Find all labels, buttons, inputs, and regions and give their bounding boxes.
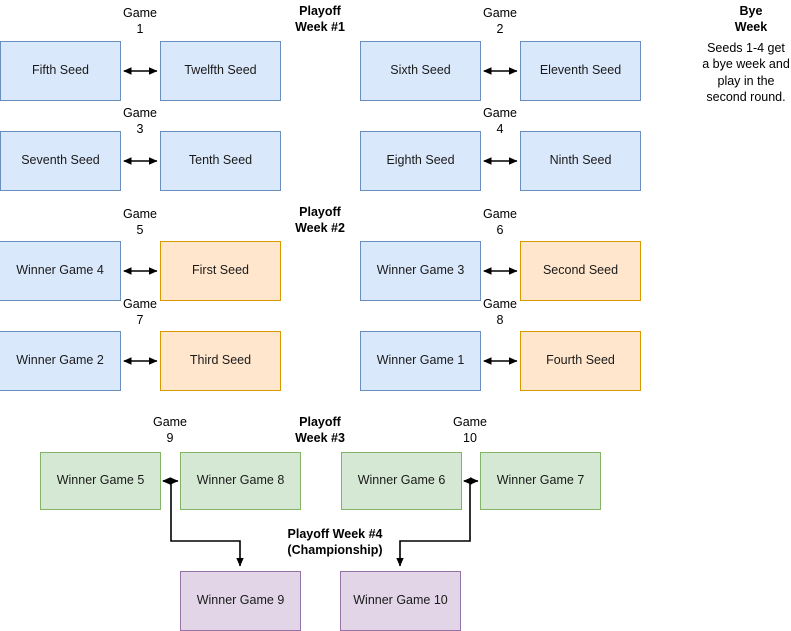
winner-box-label: Winner Game 3	[376, 263, 465, 278]
round-header-week3: Playoff Week #3	[295, 415, 345, 445]
winner-box-label: Winner Game 7	[496, 473, 585, 488]
game-label-1: Game 1	[122, 6, 158, 36]
seed-box-label: Tenth Seed	[188, 153, 253, 168]
game-label-2: Game 2	[482, 6, 518, 36]
game-label-5: Game 5	[122, 207, 158, 237]
winner-box-game2[interactable]: Winner Game 2	[0, 331, 121, 391]
seed-box-label: Twelfth Seed	[184, 63, 257, 78]
winner-box-game7[interactable]: Winner Game 7	[480, 452, 601, 510]
round-header-week4: Playoff Week #4 (Championship)	[287, 527, 383, 557]
seed-box-label: Third Seed	[189, 353, 252, 368]
seed-box-label: Fifth Seed	[32, 63, 89, 78]
winner-box-game1[interactable]: Winner Game 1	[360, 331, 481, 391]
winner-box-label: Winner Game 4	[16, 263, 104, 278]
finalist-box-winner-game10[interactable]: Winner Game 10	[340, 571, 461, 631]
winner-box-game6[interactable]: Winner Game 6	[341, 452, 462, 510]
seed-box-seventh[interactable]: Seventh Seed	[0, 131, 121, 191]
bracket-diagram: Playoff Week #1 Bye Week Seeds 1-4 get a…	[0, 0, 791, 631]
seed-box-second[interactable]: Second Seed	[520, 241, 641, 301]
finalist-box-label: Winner Game 10	[353, 593, 448, 608]
seed-box-label: Ninth Seed	[549, 153, 612, 168]
finalist-box-label: Winner Game 9	[196, 593, 285, 608]
finalist-box-winner-game9[interactable]: Winner Game 9	[180, 571, 301, 631]
winner-box-label: Winner Game 1	[376, 353, 465, 368]
seed-box-label: Seventh Seed	[21, 153, 100, 168]
winner-box-game5[interactable]: Winner Game 5	[40, 452, 161, 510]
winner-box-game3[interactable]: Winner Game 3	[360, 241, 481, 301]
game-label-9: Game 9	[152, 415, 188, 445]
seed-box-fourth[interactable]: Fourth Seed	[520, 331, 641, 391]
seed-box-label: Fourth Seed	[546, 353, 615, 368]
winner-box-label: Winner Game 8	[196, 473, 285, 488]
round-header-bye-week: Bye Week	[734, 4, 768, 34]
seed-box-eleventh[interactable]: Eleventh Seed	[520, 41, 641, 101]
seed-box-third[interactable]: Third Seed	[160, 331, 281, 391]
seed-box-ninth[interactable]: Ninth Seed	[520, 131, 641, 191]
seed-box-label: Second Seed	[542, 263, 619, 278]
game-label-10: Game 10	[452, 415, 488, 445]
seed-box-label: Eleventh Seed	[539, 63, 622, 78]
seed-box-label: Sixth Seed	[390, 63, 451, 78]
round-header-week1: Playoff Week #1	[295, 4, 345, 34]
winner-box-label: Winner Game 2	[16, 353, 104, 368]
winner-box-game4[interactable]: Winner Game 4	[0, 241, 121, 301]
bye-week-note: Seeds 1-4 get a bye week and play in the…	[702, 41, 790, 104]
seed-box-twelfth[interactable]: Twelfth Seed	[160, 41, 281, 101]
seed-box-first[interactable]: First Seed	[160, 241, 281, 301]
winner-box-game8[interactable]: Winner Game 8	[180, 452, 301, 510]
seed-box-label: First Seed	[192, 263, 249, 278]
game-label-6: Game 6	[482, 207, 518, 237]
seed-box-label: Eighth Seed	[386, 153, 455, 168]
seed-box-fifth[interactable]: Fifth Seed	[0, 41, 121, 101]
seed-box-tenth[interactable]: Tenth Seed	[160, 131, 281, 191]
seed-box-sixth[interactable]: Sixth Seed	[360, 41, 481, 101]
winner-box-label: Winner Game 5	[56, 473, 145, 488]
seed-box-eighth[interactable]: Eighth Seed	[360, 131, 481, 191]
winner-box-label: Winner Game 6	[357, 473, 446, 488]
round-header-week2: Playoff Week #2	[295, 205, 345, 235]
